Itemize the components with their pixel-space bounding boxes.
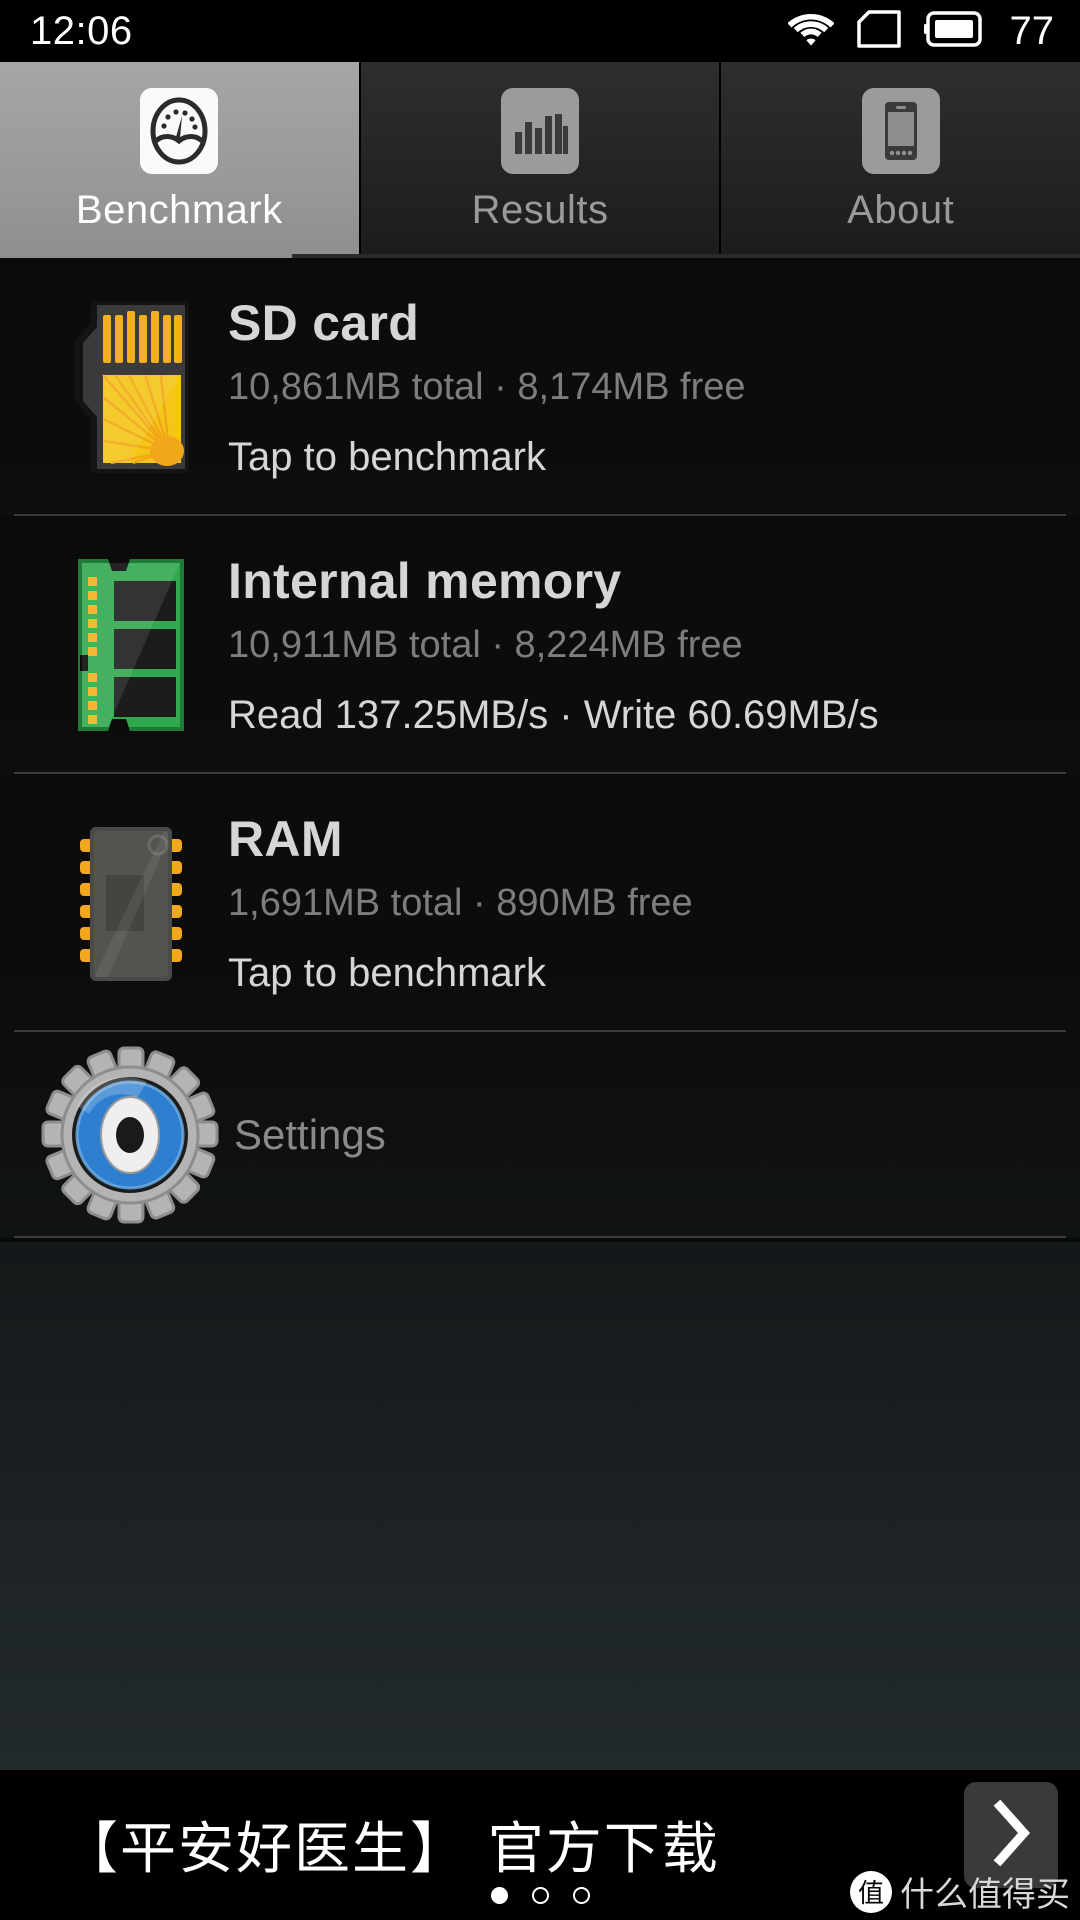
- ad-dot-2[interactable]: [531, 1887, 549, 1904]
- chevron-right-icon: [988, 1799, 1034, 1871]
- tab-benchmark[interactable]: Benchmark: [0, 62, 361, 258]
- tab-about[interactable]: About: [721, 62, 1080, 258]
- tab-bar: Benchmark Results About: [0, 62, 1080, 258]
- battery-icon: [923, 10, 984, 52]
- watermark: 值 什么值得买: [850, 1867, 1070, 1916]
- ad-dot-1[interactable]: [490, 1887, 508, 1904]
- status-bar-icons: 77: [787, 8, 1055, 54]
- benchmark-list: SD card 10,861MB total · 8,174MB free Ta…: [0, 258, 1080, 1238]
- tab-label-about: About: [847, 187, 955, 232]
- list-item-sd-card[interactable]: SD card 10,861MB total · 8,174MB free Ta…: [0, 258, 1080, 516]
- list-item-title: Internal memory: [228, 553, 622, 609]
- list-item-ram[interactable]: RAM 1,691MB total · 890MB free Tap to be…: [0, 774, 1080, 1032]
- list-item-subtitle: 1,691MB total · 890MB free: [228, 882, 693, 924]
- tab-results[interactable]: Results: [360, 62, 722, 258]
- list-item-text: RAM 1,691MB total · 890MB free Tap to be…: [228, 810, 693, 996]
- status-bar: 12:06 77: [0, 0, 1080, 62]
- settings-label: Settings: [234, 1111, 386, 1158]
- list-item-internal-memory[interactable]: Internal memory 10,911MB total · 8,224MB…: [0, 516, 1080, 774]
- phone-icon: [861, 87, 940, 174]
- tab-label-benchmark: Benchmark: [75, 187, 283, 232]
- sim-card-icon: [856, 9, 902, 54]
- empty-content-area: [0, 1242, 1080, 1770]
- list-item-text: Internal memory 10,911MB total · 8,224MB…: [228, 552, 879, 738]
- watermark-logo-icon: 值: [850, 1870, 892, 1913]
- watermark-text: 什么值得买: [900, 1875, 1070, 1915]
- list-item-action: Tap to benchmark: [228, 435, 546, 479]
- ad-dot-3[interactable]: [572, 1887, 590, 1904]
- memory-stick-icon: [56, 555, 206, 735]
- status-bar-clock: 12:06: [30, 8, 133, 53]
- phone-screen: 12:06 77 Benchmark Results About SD card…: [0, 0, 1080, 1920]
- speedometer-icon: [140, 87, 219, 174]
- list-item-action: Read 137.25MB/s · Write 60.69MB/s: [228, 693, 879, 737]
- list-item-settings[interactable]: Settings: [0, 1032, 1080, 1238]
- tab-label-results: Results: [471, 187, 609, 232]
- ad-banner[interactable]: 【平安好医生】 官方下载 值 什么值得买: [0, 1770, 1080, 1920]
- list-item-subtitle: 10,861MB total · 8,174MB free: [228, 366, 746, 408]
- bar-chart-icon: [501, 87, 579, 174]
- list-item-subtitle: 10,911MB total · 8,224MB free: [228, 624, 743, 666]
- gear-icon: [30, 1046, 230, 1224]
- list-item-text: SD card 10,861MB total · 8,174MB free Ta…: [228, 294, 746, 480]
- battery-percent: 77: [1009, 8, 1055, 53]
- wifi-icon: [787, 12, 834, 51]
- list-item-action: Tap to benchmark: [228, 951, 546, 995]
- list-item-title: SD card: [228, 295, 420, 351]
- ad-text: 【平安好医生】 官方下载: [62, 1817, 720, 1882]
- ram-chip-icon: [56, 813, 206, 993]
- divider: [14, 1236, 1066, 1238]
- list-item-title: RAM: [228, 811, 343, 867]
- sd-card-icon: [56, 301, 206, 473]
